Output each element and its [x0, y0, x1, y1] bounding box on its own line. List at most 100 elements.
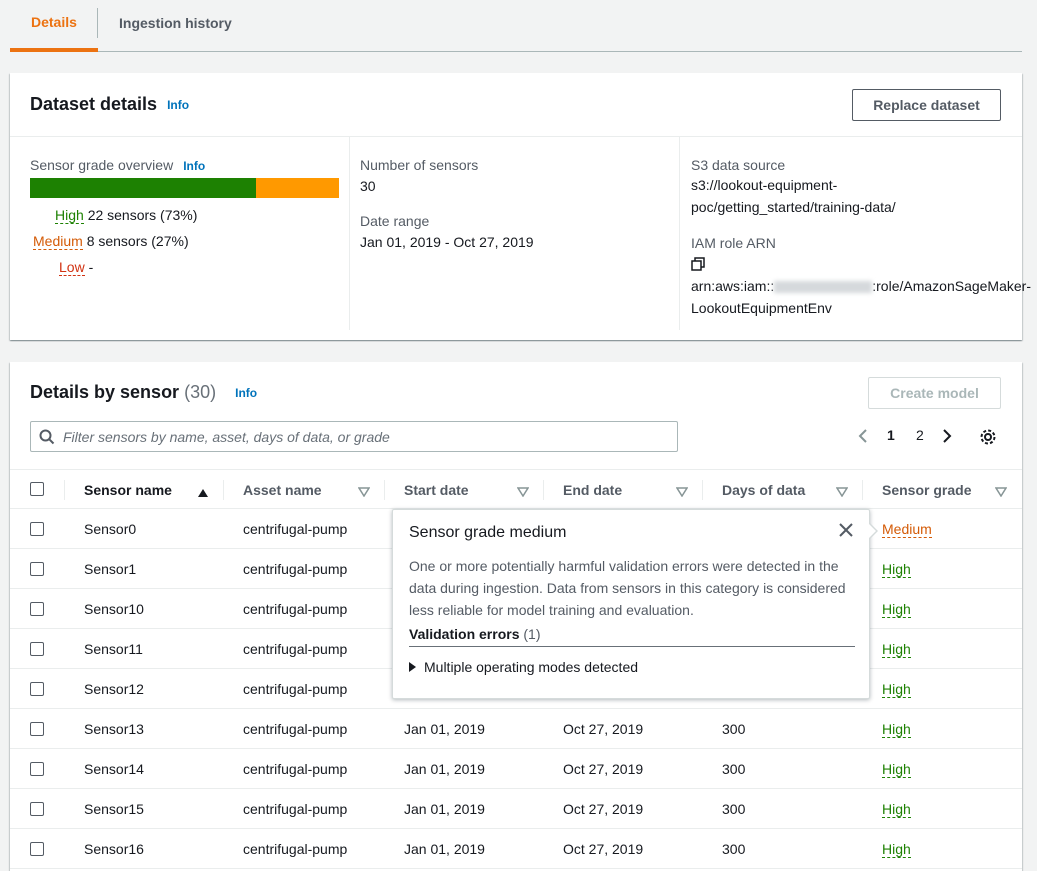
table-row[interactable]: Sensor16 centrifugal-pump Jan 01, 2019 Oct … — [10, 829, 1022, 869]
search-input[interactable]: Filter sensors by name, asset, days of d… — [30, 421, 678, 452]
row-checkbox[interactable] — [30, 802, 44, 816]
row-checkbox[interactable] — [30, 642, 44, 656]
cell-sensor-name: Sensor15 — [84, 801, 144, 817]
s3-source-block: S3 data source s3://lookout-equipment- p… — [691, 157, 896, 218]
chevron-left-icon[interactable] — [858, 428, 868, 447]
sort-caret-icon[interactable] — [357, 484, 371, 500]
grade-link[interactable]: High — [882, 721, 911, 738]
sort-caret-icon[interactable] — [994, 484, 1008, 500]
col-sensor-grade[interactable]: Sensor grade — [882, 470, 971, 510]
iam-arn-line1: arn:aws:iam:::role/AmazonSageMaker- — [691, 275, 1031, 297]
grade-overview-label: Sensor grade overview Info — [30, 157, 205, 173]
grade-overview-text: Sensor grade overview — [30, 157, 174, 173]
grade-link[interactable]: Medium — [882, 521, 932, 538]
cell-end-date: Oct 27, 2019 — [563, 801, 644, 817]
cell-start-date: Jan 01, 2019 — [404, 841, 485, 857]
cell-end-date: Oct 27, 2019 — [563, 721, 644, 737]
iam-arn-prefix: arn:aws:iam:: — [691, 278, 775, 294]
grade-link[interactable]: High — [882, 641, 911, 658]
column-divider — [384, 480, 385, 500]
cell-sensor-grade: High — [882, 589, 911, 629]
search-placeholder: Filter sensors by name, asset, days of d… — [63, 429, 390, 445]
row-checkbox[interactable] — [30, 562, 44, 576]
grade-link[interactable]: High — [882, 841, 911, 858]
validation-errors-label: Validation errors — [409, 626, 520, 642]
grade-bar-high — [30, 178, 256, 198]
cell-sensor-name: Sensor12 — [84, 681, 144, 697]
copy-icon[interactable] — [691, 257, 1031, 275]
cell-days-of-data: 300 — [722, 801, 746, 817]
col-days-of-data[interactable]: Days of data — [722, 470, 805, 510]
date-range-block: Date range Jan 01, 2019 - Oct 27, 2019 — [360, 213, 534, 250]
tab-ingestion-history[interactable]: Ingestion history — [97, 8, 253, 38]
iam-arn-line2: LookoutEquipmentEnv — [691, 300, 832, 316]
s3-label: S3 data source — [691, 157, 786, 173]
grade-low-line: Low - — [59, 259, 93, 276]
dataset-details-header: Dataset details Info Replace dataset — [10, 73, 1022, 137]
create-model-button[interactable]: Create model — [868, 377, 1001, 409]
col-start-date[interactable]: Start date — [404, 470, 469, 510]
panel-title: Dataset details Info — [30, 94, 189, 115]
column-divider — [862, 480, 863, 500]
cell-days-of-data: 300 — [722, 761, 746, 777]
cell-sensor-name: Sensor14 — [84, 761, 144, 777]
num-sensors-label: Number of sensors — [360, 157, 479, 173]
grade-link[interactable]: High — [882, 601, 911, 618]
sort-caret-icon[interactable] — [516, 484, 530, 500]
grade-progress-bar — [30, 178, 339, 198]
cell-sensor-name: Sensor0 — [84, 521, 137, 537]
num-sensors-block: Number of sensors 30 — [360, 157, 478, 194]
expandable-error-label: Multiple operating modes detected — [424, 659, 639, 675]
s3-iam-column: S3 data source s3://lookout-equipment- p… — [680, 137, 1031, 330]
row-checkbox[interactable] — [30, 722, 44, 736]
grade-link[interactable]: High — [882, 681, 911, 698]
grade-high-label[interactable]: High — [55, 207, 84, 224]
col-end-date[interactable]: End date — [563, 470, 622, 510]
column-divider — [543, 480, 544, 500]
table-row[interactable]: Sensor13 centrifugal-pump Jan 01, 2019 Oct … — [10, 709, 1022, 749]
s3-value-line2: poc/getting_started/training-data/ — [691, 199, 896, 215]
grade-link[interactable]: High — [882, 801, 911, 818]
replace-dataset-button[interactable]: Replace dataset — [852, 89, 1001, 121]
sort-caret-icon[interactable] — [675, 484, 689, 500]
cell-asset-name: centrifugal-pump — [243, 761, 348, 777]
info-link[interactable]: Info — [183, 159, 205, 173]
grade-link[interactable]: High — [882, 561, 911, 578]
cell-sensor-name: Sensor1 — [84, 561, 137, 577]
row-checkbox[interactable] — [30, 522, 44, 536]
sort-caret-icon[interactable] — [835, 484, 849, 500]
chevron-right-icon[interactable] — [942, 428, 952, 447]
cell-sensor-grade: High — [882, 829, 911, 869]
tab-details[interactable]: Details — [10, 0, 98, 52]
row-checkbox[interactable] — [30, 682, 44, 696]
row-checkbox[interactable] — [30, 842, 44, 856]
info-link[interactable]: Info — [235, 386, 257, 400]
gear-icon[interactable] — [979, 428, 997, 449]
cell-sensor-name: Sensor11 — [84, 641, 143, 657]
row-checkbox[interactable] — [30, 762, 44, 776]
grade-link[interactable]: High — [882, 761, 911, 778]
row-checkbox[interactable] — [30, 602, 44, 616]
close-icon[interactable] — [839, 523, 853, 540]
page-1-button[interactable]: 1 — [887, 427, 895, 443]
cell-asset-name: centrifugal-pump — [243, 601, 348, 617]
expandable-error[interactable]: Multiple operating modes detected — [409, 659, 638, 675]
page-2-button[interactable]: 2 — [916, 427, 924, 443]
cell-sensor-grade: High — [882, 789, 911, 829]
sensor-details-title: Details by sensor — [30, 382, 180, 402]
select-all-checkbox[interactable] — [30, 482, 44, 496]
grade-medium-label[interactable]: Medium — [33, 233, 83, 250]
grade-medium-line: Medium 8 sensors (27%) — [33, 233, 189, 250]
info-link[interactable]: Info — [167, 98, 189, 112]
table-row[interactable]: Sensor15 centrifugal-pump Jan 01, 2019 Oct … — [10, 789, 1022, 829]
popover-arrow-inner — [868, 523, 876, 539]
cell-asset-name: centrifugal-pump — [243, 641, 348, 657]
grade-low-label[interactable]: Low — [59, 259, 85, 276]
dataset-details-title: Dataset details — [30, 94, 158, 114]
grade-medium-value: 8 sensors (27%) — [86, 233, 189, 249]
col-sensor-name[interactable]: Sensor name — [84, 470, 172, 510]
sort-ascending-icon[interactable] — [197, 485, 209, 501]
col-asset-name[interactable]: Asset name — [243, 470, 322, 510]
sensor-count: (30) — [184, 382, 217, 402]
table-row[interactable]: Sensor14 centrifugal-pump Jan 01, 2019 Oct … — [10, 749, 1022, 789]
